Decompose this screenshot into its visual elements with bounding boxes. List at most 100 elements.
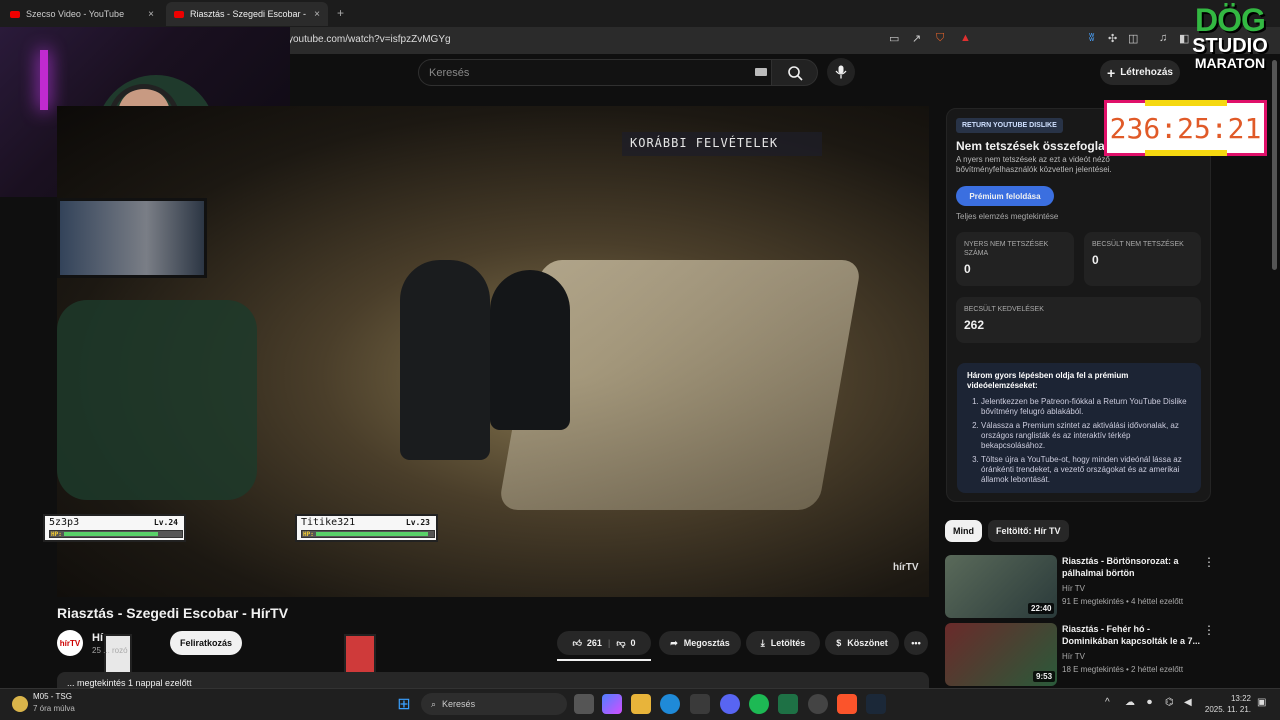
share-button[interactable]: ➦ Megosztás [659,631,741,655]
taskbar-search-label: Keresés [442,699,476,709]
clock-time: 13:22 [1230,694,1251,703]
channel-avatar[interactable]: hírTV [57,630,83,656]
excel-icon[interactable] [778,694,798,714]
url-field[interactable]: youtube.com/watch?v=isfpzZvMGYg [288,34,451,45]
ryd-ratio-bar [557,659,651,661]
howto-step: Jelentkezzen be Patreon-fiókkal a Return… [981,397,1191,417]
volume-icon[interactable]: ◀ [1184,697,1192,708]
player-level: Lv.24 [153,518,178,527]
share-label: Megosztás [683,638,730,648]
page-scrollbar[interactable] [1272,60,1277,270]
recommendation-title[interactable]: Riasztás - Börtönsorozat: a pálhalmai bö… [1062,555,1202,579]
network-icon[interactable]: ⌬ [1165,697,1174,708]
chip-uploader[interactable]: Feltöltő: Hír TV [988,520,1069,542]
subscriber-count: 25 ... rozó [92,646,128,655]
like-dislike-group: 👍︎ 261 | 👎︎ 0 [557,631,651,655]
super-thanks-icon: $ [836,638,842,648]
wifi-icon[interactable]: ʬ [1089,32,1094,44]
windows-start-icon[interactable]: ⊞ [394,694,414,714]
thanks-button[interactable]: $ Köszönet [825,631,899,655]
copilot-icon[interactable] [602,694,622,714]
like-button[interactable]: 👍︎ 261 [572,638,601,649]
spotify-icon[interactable] [749,694,769,714]
neon-light [40,50,48,110]
brave-rewards-icon[interactable]: ▲ [960,32,971,44]
create-button[interactable]: + Létrehozás [1100,60,1180,85]
dislike-count: 0 [630,638,636,648]
brave-shield-icon[interactable]: ⛉ [936,32,944,45]
hp-fill [316,532,429,536]
plus-icon: + [1107,64,1116,81]
video-duration: 9:53 [1033,671,1056,682]
dislike-button[interactable]: 👎︎ 0 [616,638,635,649]
hp-label: HP: [303,531,314,538]
recommendation-title[interactable]: Riasztás - Fehér hó - Dominikában kapcso… [1062,623,1202,647]
tray-chevron-icon[interactable]: ^ [1105,697,1110,708]
channel-name[interactable]: Hí [92,632,103,644]
store-icon[interactable] [690,694,710,714]
recommendation-channel[interactable]: Hír TV [1062,652,1085,661]
recommendation-channel[interactable]: Hír TV [1062,584,1085,593]
howto-step: Válassza a Premium szintet az aktiválási… [981,421,1191,451]
more-vert-icon[interactable]: ⋮ [1203,623,1215,637]
weather-subtitle: 7 óra múlva [33,704,75,713]
file-explorer-icon[interactable] [631,694,651,714]
hp-bar: HP: [49,530,183,538]
game-overlay-player-2: Titike321 Lv.23 HP: [295,514,438,542]
tab-szecso[interactable]: Szecso Video - YouTube × [2,2,162,26]
howto-step: Töltse újra a YouTube-ot, hogy minden vi… [981,455,1191,485]
video-scene-officer [400,260,490,460]
share-icon[interactable]: ↗ [912,32,921,45]
search-input[interactable]: Keresés [418,59,772,86]
hp-fill [64,532,159,536]
stat-label: NYERS NEM TETSZÉSEK SZÁMA [964,241,1049,257]
video-scene-officer [490,270,570,430]
taskbar-search[interactable]: ⌕ Keresés [421,693,567,715]
premium-unlock-button[interactable]: Prémium feloldása [956,186,1054,206]
weather-title[interactable]: M05 - TSG [33,692,72,701]
hp-bar: HP: [301,530,435,538]
new-tab-button[interactable]: + [337,6,344,20]
download-icon: ⤓ [760,637,765,648]
youtube-favicon-icon [10,10,20,18]
weather-icon[interactable] [12,696,28,712]
search-button[interactable] [772,59,818,86]
subscribe-button[interactable]: Feliratkozás [170,631,242,655]
video-duration: 22:40 [1028,603,1055,614]
more-vert-icon[interactable]: ⋮ [1203,555,1215,569]
brave-icon[interactable] [837,694,857,714]
stat-estimated-dislikes: BECSÜLT NEM TETSZÉSEK 0 [1084,232,1201,286]
premium-howto: Három gyors lépésben oldja fel a prémium… [957,363,1201,493]
music-icon[interactable]: ♫ [1159,32,1167,44]
task-view-icon[interactable] [574,694,594,714]
tab-riasztas[interactable]: Riasztás - Szegedi Escobar - H × [166,2,328,26]
channel-watermark: hírTV [893,562,919,573]
close-tab-icon[interactable]: × [314,9,320,20]
extensions-icon[interactable]: ✣ [1108,32,1117,45]
close-tab-icon[interactable]: × [148,9,154,20]
discord-icon[interactable] [720,694,740,714]
ryd-description: A nyers nem tetszések az ezt a videót né… [956,155,1112,174]
thumbs-down-icon: 👎︎ [616,637,626,648]
download-button[interactable]: ⤓ Letöltés [746,631,820,655]
share-icon: ➦ [670,637,678,648]
screen-cast-icon[interactable]: ▭ [889,32,899,45]
mic-tray-icon[interactable]: ⏺ [1147,697,1152,708]
steam-icon[interactable] [866,694,886,714]
screenshot-icon[interactable]: ◫ [1128,32,1138,45]
system-clock[interactable]: 13:22 2025. 11. 21. [1203,693,1251,715]
edge-icon[interactable] [660,694,680,714]
notification-icon[interactable]: ▣ [1257,697,1266,708]
onedrive-icon[interactable]: ☁ [1125,697,1135,708]
logo-line-2: STUDIO [1192,35,1268,57]
chip-all[interactable]: Mind [945,520,982,542]
player-name: 5z3p3 [49,517,80,528]
keyboard-icon[interactable] [755,68,767,76]
more-actions-button[interactable]: ••• [904,631,928,655]
logo-line-1: DÖG [1195,2,1266,38]
search-icon [787,65,803,81]
obs-icon[interactable] [808,694,828,714]
voice-search-button[interactable] [827,58,855,86]
full-analysis-link[interactable]: Teljes elemzés megtekintése [956,212,1058,221]
download-label: Letöltés [770,638,806,648]
